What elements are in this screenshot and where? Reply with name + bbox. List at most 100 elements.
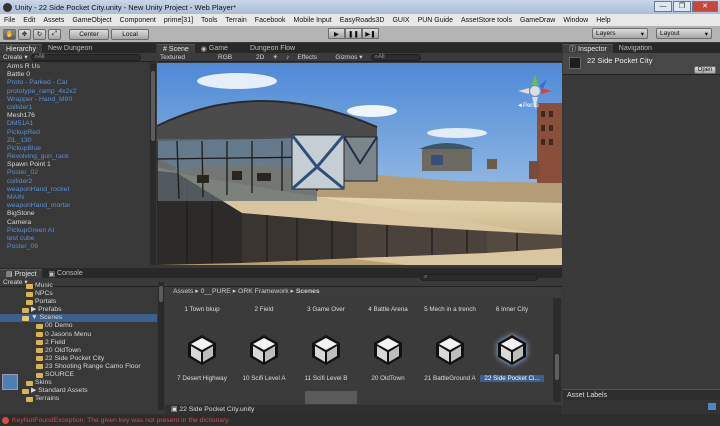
perspective-label[interactable]: ◄Persp <box>517 103 539 109</box>
2d-toggle[interactable]: 2D <box>256 54 264 61</box>
scene-orientation-gizmo[interactable]: ◄Persp <box>515 71 555 111</box>
project-tree-item[interactable]: ▼ Scenes <box>0 314 157 323</box>
layers-dropdown[interactable]: Layers ▾ <box>592 28 648 39</box>
scene-asset-label[interactable]: 5 Mech in a trench <box>418 306 482 313</box>
menu-item-file[interactable]: File <box>0 17 19 24</box>
hierarchy-scrollbar[interactable] <box>150 63 156 265</box>
menu-item-easyroads3d[interactable]: EasyRoads3D <box>336 17 389 24</box>
unity-scene-icon[interactable] <box>306 329 346 369</box>
menu-item-gamedraw[interactable]: GameDraw <box>516 17 559 24</box>
hierarchy-item[interactable]: Arms R Us <box>0 63 148 71</box>
scene-asset-label[interactable]: 20 OldTown <box>356 375 420 382</box>
project-tree-item[interactable]: 22 Side Pocket City <box>0 355 157 363</box>
project-tree-item[interactable]: Music <box>0 282 157 290</box>
asset-browser-scrollbar[interactable] <box>553 298 561 402</box>
project-tree-scrollbar[interactable] <box>158 282 164 410</box>
step-button[interactable]: ▶❚ <box>362 28 379 39</box>
play-button[interactable]: ▶ <box>328 28 345 39</box>
project-tree-item[interactable]: SOURCE <box>0 371 157 379</box>
scene-search-input[interactable]: ⌕ All <box>370 53 421 61</box>
pause-button[interactable]: ❚❚ <box>345 28 362 39</box>
project-search-input[interactable]: ⌕ <box>420 274 538 281</box>
breadcrumb-item[interactable]: ORK Framework <box>238 288 289 295</box>
breadcrumb-item[interactable]: 0__PURE <box>201 288 231 295</box>
tab-project[interactable]: ▤ Project <box>0 269 43 278</box>
menu-item-window[interactable]: Window <box>559 17 592 24</box>
menu-item-facebook[interactable]: Facebook <box>251 17 290 24</box>
maximize-button[interactable]: ❐ <box>673 1 691 12</box>
menu-item-terrain[interactable]: Terrain <box>221 17 250 24</box>
scene-asset-label[interactable]: 21 BattleGround A <box>418 375 482 382</box>
hierarchy-item[interactable]: collider2 <box>0 178 148 186</box>
menu-item-help[interactable]: Help <box>592 17 614 24</box>
hierarchy-item[interactable]: Poster_06 <box>0 243 148 251</box>
breadcrumb-item[interactable]: Assets <box>173 288 193 295</box>
shading-mode-dropdown[interactable]: Textured <box>160 54 210 61</box>
unity-scene-icon[interactable] <box>244 329 284 369</box>
scene-asset-label[interactable]: 10 Scifi Level A <box>232 375 296 382</box>
minimize-button[interactable]: — <box>654 1 672 12</box>
pivot-space-toggle[interactable]: Local <box>111 28 149 40</box>
scrollbar-thumb[interactable] <box>159 286 163 302</box>
menu-item-gameobject[interactable]: GameObject <box>68 17 115 24</box>
tab-game[interactable]: ◉ Game <box>195 44 234 53</box>
hierarchy-item[interactable]: Mesh176 <box>0 112 148 120</box>
scene-viewport[interactable]: ◄Persp <box>157 63 562 265</box>
tab-navigation[interactable]: Navigation <box>613 44 658 53</box>
hand-tool-button[interactable]: ✋ <box>3 28 16 40</box>
project-tree-item[interactable]: Portals <box>0 298 157 306</box>
project-tree-item[interactable]: NPCs <box>0 290 157 298</box>
project-tree-item[interactable]: 23 Shooting Range Camo Floor <box>0 363 157 371</box>
scene-asset-label[interactable]: 7 Desert Highway <box>170 375 234 382</box>
project-tree-item[interactable]: ▶ Standard Assets <box>0 387 157 395</box>
menu-item-prime-31-[interactable]: prime[31] <box>160 17 197 24</box>
hierarchy-item[interactable]: Spawn Point 1 <box>0 161 148 169</box>
scene-asset-label[interactable]: 2 Field <box>232 306 296 313</box>
move-tool-button[interactable]: ✥ <box>18 28 31 40</box>
menu-item-tools[interactable]: Tools <box>197 17 221 24</box>
label-tag-icon[interactable] <box>708 403 716 410</box>
breadcrumb-item[interactable]: Scenes <box>296 288 320 295</box>
menu-item-assetstore-tools[interactable]: AssetStore tools <box>457 17 516 24</box>
audio-toggle-icon[interactable]: ♪ <box>286 54 289 61</box>
rotate-tool-button[interactable]: ↻ <box>33 28 46 40</box>
hierarchy-item[interactable]: ZiL_130 <box>0 137 148 145</box>
scene-asset-label[interactable]: 11 Scifi Level B <box>294 375 358 382</box>
unity-scene-icon[interactable] <box>182 329 222 369</box>
lighting-toggle-icon[interactable]: ☀ <box>272 53 278 61</box>
hierarchy-item[interactable]: MAIN <box>0 194 148 202</box>
hierarchy-item[interactable]: Wrapper - Hand_M80 <box>0 96 148 104</box>
scene-asset-label[interactable]: 22 Side Pocket Ci... <box>480 375 544 382</box>
hierarchy-item[interactable]: Poster_02 <box>0 169 148 177</box>
hierarchy-item[interactable]: prototype_ramp_4x2x2 <box>0 88 148 96</box>
hierarchy-create-dropdown[interactable]: Create ▾ <box>3 53 28 61</box>
hierarchy-item[interactable]: Revolving_gun_rack <box>0 153 148 161</box>
render-mode-dropdown[interactable]: RGB <box>218 54 248 61</box>
unity-scene-icon[interactable] <box>492 329 532 369</box>
project-tree-item[interactable]: Terrains <box>0 395 157 403</box>
asset-labels-header[interactable]: Asset Labels <box>563 389 720 400</box>
project-tree-item[interactable]: 00 Demo <box>0 322 157 330</box>
menu-item-mobile-input[interactable]: Mobile Input <box>290 17 336 24</box>
menu-item-component[interactable]: Component <box>116 17 160 24</box>
scrollbar-thumb[interactable] <box>151 71 155 141</box>
scale-tool-button[interactable]: ⤢ <box>48 28 61 40</box>
status-message[interactable]: KeyNotFoundException: The given key was … <box>12 417 230 424</box>
hierarchy-item[interactable]: collider1 <box>0 104 148 112</box>
project-tree-item[interactable]: ▶ Prefabs <box>0 306 157 314</box>
project-tree-item[interactable]: Skins <box>0 379 157 387</box>
menu-item-assets[interactable]: Assets <box>39 17 68 24</box>
open-button[interactable]: Open <box>694 66 716 74</box>
tab-inspector[interactable]: ⓘ Inspector <box>563 44 613 53</box>
hierarchy-item[interactable]: weaponHand_mortar <box>0 202 148 210</box>
tab-new-dungeon[interactable]: New Dungeon <box>42 44 98 53</box>
hierarchy-search-input[interactable]: ⌕ All <box>30 53 141 61</box>
tab-dungeon-flow[interactable]: Dungeon Flow <box>244 44 301 53</box>
menu-item-pun-guide[interactable]: PUN Guide <box>414 17 457 24</box>
scene-asset-label[interactable]: 4 Battle Arena <box>356 306 420 313</box>
project-tree-item[interactable]: 20 OldTown <box>0 347 157 355</box>
scene-asset-label[interactable]: 1 Town bkup <box>170 306 234 313</box>
pivot-center-toggle[interactable]: Center <box>69 28 109 40</box>
scrollbar-thumb[interactable] <box>555 354 559 380</box>
scene-asset-label[interactable]: 6 Inner City <box>480 306 544 313</box>
